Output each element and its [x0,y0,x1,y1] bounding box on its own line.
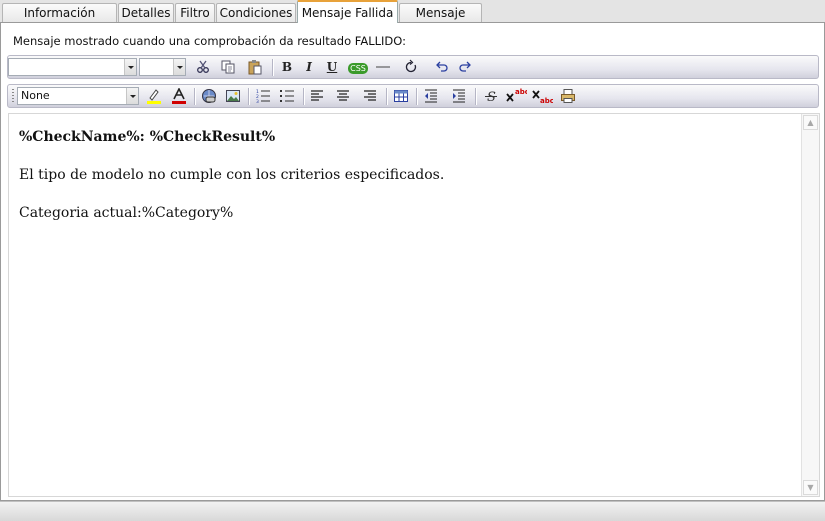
table-icon[interactable] [392,88,410,105]
toolbar-separator [386,88,388,105]
font-name-select[interactable] [8,58,137,76]
align-center-icon[interactable] [334,88,352,105]
toolbar-separator [475,88,477,105]
print-icon[interactable] [559,88,577,105]
scroll-down-icon[interactable]: ▼ [803,480,818,495]
message-panel: Mensaje mostrado cuando una comprobación… [0,22,825,501]
panel-caption: Mensaje mostrado cuando una comprobación… [13,34,406,48]
horizontal-rule-icon[interactable] [374,59,392,76]
tab-mensaje-apta[interactable]: Mensaje Apta [399,3,482,39]
css-icon[interactable]: CSS [346,59,370,76]
align-right-icon[interactable] [361,88,379,105]
tab-condiciones[interactable]: Condiciones [216,3,296,22]
chevron-down-icon[interactable] [173,59,185,75]
toolbar-separator [272,59,274,76]
highlight-icon[interactable] [145,88,163,105]
copy-icon[interactable] [219,59,237,76]
svg-text:abc: abc [515,88,527,96]
undo-icon[interactable] [433,59,451,76]
editor-line-category[interactable]: Categoria actual:%Category% [19,205,233,221]
style-select[interactable]: None [17,87,139,105]
message-editor[interactable]: %CheckName%: %CheckResult% El tipo de mo… [8,113,820,497]
tab-filtro[interactable]: Filtro [175,3,215,22]
indent-icon[interactable] [450,88,468,105]
formatting-toolbar: B I U CSS [7,55,819,79]
paragraph-toolbar: None 123 S abc abc [7,84,819,108]
strikethrough-icon[interactable]: S [482,88,500,105]
editor-line-description[interactable]: El tipo de modelo no cumple con los crit… [19,167,444,183]
redo-icon[interactable] [456,59,474,76]
link-icon[interactable] [200,88,218,105]
tab-detalles[interactable]: Detalles [118,3,174,22]
underline-button[interactable]: U [323,59,341,76]
image-icon[interactable] [224,88,242,105]
editor-line-title[interactable]: %CheckName%: %CheckResult% [19,129,275,145]
tab-informacion-basica[interactable]: Información básica [2,3,117,39]
toolbar-separator [303,88,305,105]
css-badge: CSS [348,63,368,74]
paste-icon[interactable] [246,59,264,76]
toolbar-separator [416,88,418,105]
italic-button[interactable]: I [300,59,318,76]
bold-button[interactable]: B [278,59,296,76]
status-bar [0,501,825,521]
remove-format-icon[interactable]: abc [531,88,554,105]
tab-bar: Información básica Detalles Filtro Condi… [0,0,825,39]
ordered-list-icon[interactable]: 123 [254,88,272,105]
refresh-icon[interactable] [403,59,421,76]
outdent-icon[interactable] [422,88,440,105]
font-size-select[interactable] [139,58,186,76]
editor-scrollbar[interactable]: ▲ ▼ [801,114,819,496]
chevron-down-icon[interactable] [126,88,138,104]
toolbar-grip[interactable] [12,89,14,104]
cut-icon[interactable] [194,59,212,76]
align-left-icon[interactable] [308,88,326,105]
chevron-down-icon[interactable] [124,59,136,75]
tab-mensaje-fallida[interactable]: Mensaje Fallida [297,0,398,23]
spellcheck-icon[interactable]: abc [505,88,529,105]
toolbar-separator [248,88,250,105]
svg-text:abc: abc [540,97,553,104]
svg-text:3: 3 [256,99,259,104]
unordered-list-icon[interactable] [278,88,296,105]
toolbar-separator [194,88,196,105]
font-color-icon[interactable] [170,87,188,105]
scroll-up-icon[interactable]: ▲ [803,115,818,130]
